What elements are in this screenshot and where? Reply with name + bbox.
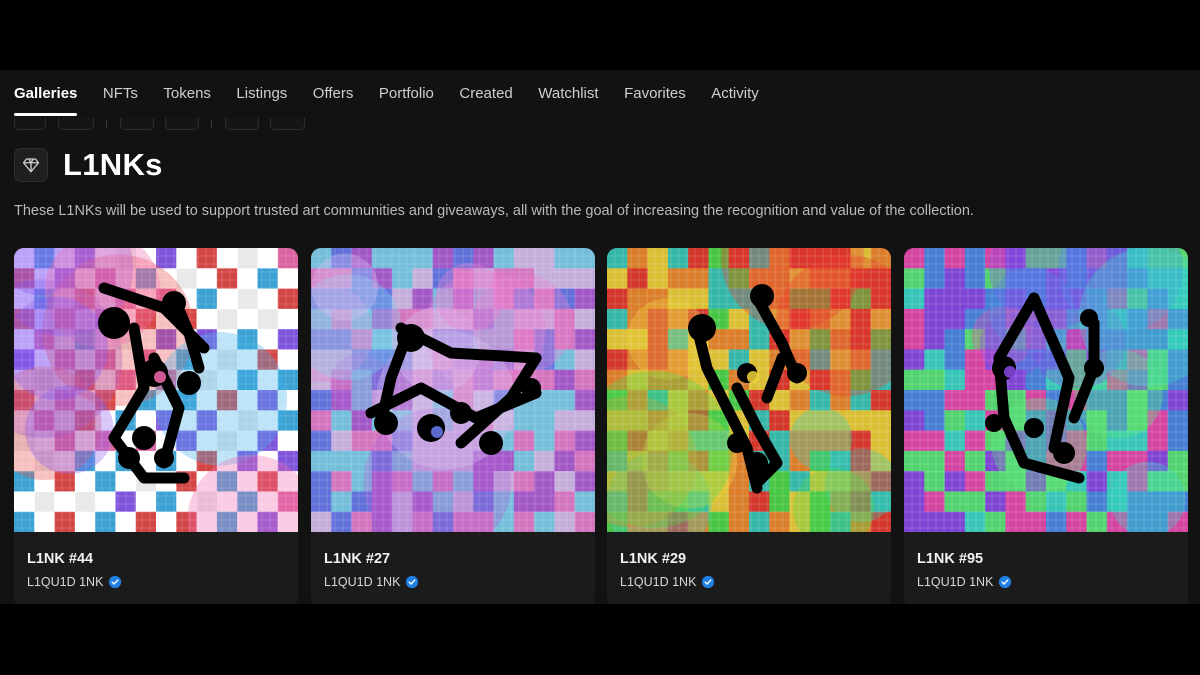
tab-created[interactable]: Created [459, 70, 512, 120]
toolbar-button[interactable] [270, 118, 305, 130]
creator-name: L1QU1D 1NK [27, 575, 104, 589]
nft-creator[interactable]: L1QU1D 1NK [27, 575, 122, 589]
nft-image[interactable] [14, 248, 298, 532]
toolbar-divider [211, 120, 212, 128]
page-title: L1NKs [63, 147, 163, 182]
nft-card[interactable]: L1NK #29 L1QU1D 1NK [607, 248, 891, 604]
tab-watchlist[interactable]: Watchlist [538, 70, 598, 120]
tab-offers[interactable]: Offers [313, 70, 354, 120]
app-window: Galleries NFTs Tokens Listings Offers Po… [0, 70, 1200, 604]
profile-tabs: Galleries NFTs Tokens Listings Offers Po… [14, 70, 784, 120]
nft-name: L1NK #44 [27, 551, 94, 567]
letterbox-bottom [0, 604, 1200, 675]
nft-image[interactable] [311, 248, 595, 532]
toolbar-button[interactable] [58, 118, 94, 130]
tab-listings[interactable]: Listings [236, 70, 287, 120]
toolbar-button[interactable] [120, 118, 154, 130]
nft-name: L1NK #95 [917, 551, 984, 567]
verified-badge-icon [406, 575, 419, 589]
gallery-description: These L1NKs will be used to support trus… [14, 203, 974, 219]
tab-portfolio[interactable]: Portfolio [379, 70, 434, 120]
creator-name: L1QU1D 1NK [324, 575, 401, 589]
nft-card[interactable]: L1NK #95 L1QU1D 1NK [904, 248, 1188, 604]
toolbar [14, 118, 314, 134]
tab-galleries[interactable]: Galleries [14, 70, 78, 120]
creator-name: L1QU1D 1NK [917, 575, 994, 589]
toolbar-divider [106, 120, 107, 128]
tab-nfts[interactable]: NFTs [103, 70, 138, 120]
nft-name: L1NK #29 [620, 551, 687, 567]
nft-card[interactable]: L1NK #27 L1QU1D 1NK [311, 248, 595, 604]
tab-tokens[interactable]: Tokens [163, 70, 211, 120]
nft-creator[interactable]: L1QU1D 1NK [324, 575, 419, 589]
creator-name: L1QU1D 1NK [620, 575, 697, 589]
tab-activity[interactable]: Activity [711, 70, 759, 120]
verified-badge-icon [999, 575, 1012, 589]
nft-card-grid: L1NK #44 L1QU1D 1NK L1NK #27 L1QU1D 1NK … [14, 248, 1188, 604]
letterbox-top [0, 0, 1200, 70]
toolbar-button[interactable] [14, 118, 46, 130]
tab-favorites[interactable]: Favorites [624, 70, 686, 120]
verified-badge-icon [702, 575, 715, 589]
verified-badge-icon [109, 575, 122, 589]
nft-card[interactable]: L1NK #44 L1QU1D 1NK [14, 248, 298, 604]
toolbar-button[interactable] [165, 118, 199, 130]
nft-creator[interactable]: L1QU1D 1NK [917, 575, 1012, 589]
nft-creator[interactable]: L1QU1D 1NK [620, 575, 715, 589]
diamond-icon [14, 148, 48, 182]
nft-image[interactable] [904, 248, 1188, 532]
toolbar-button[interactable] [225, 118, 259, 130]
gallery-header: L1NKs [14, 146, 163, 184]
nft-name: L1NK #27 [324, 551, 391, 567]
nft-image[interactable] [607, 248, 891, 532]
